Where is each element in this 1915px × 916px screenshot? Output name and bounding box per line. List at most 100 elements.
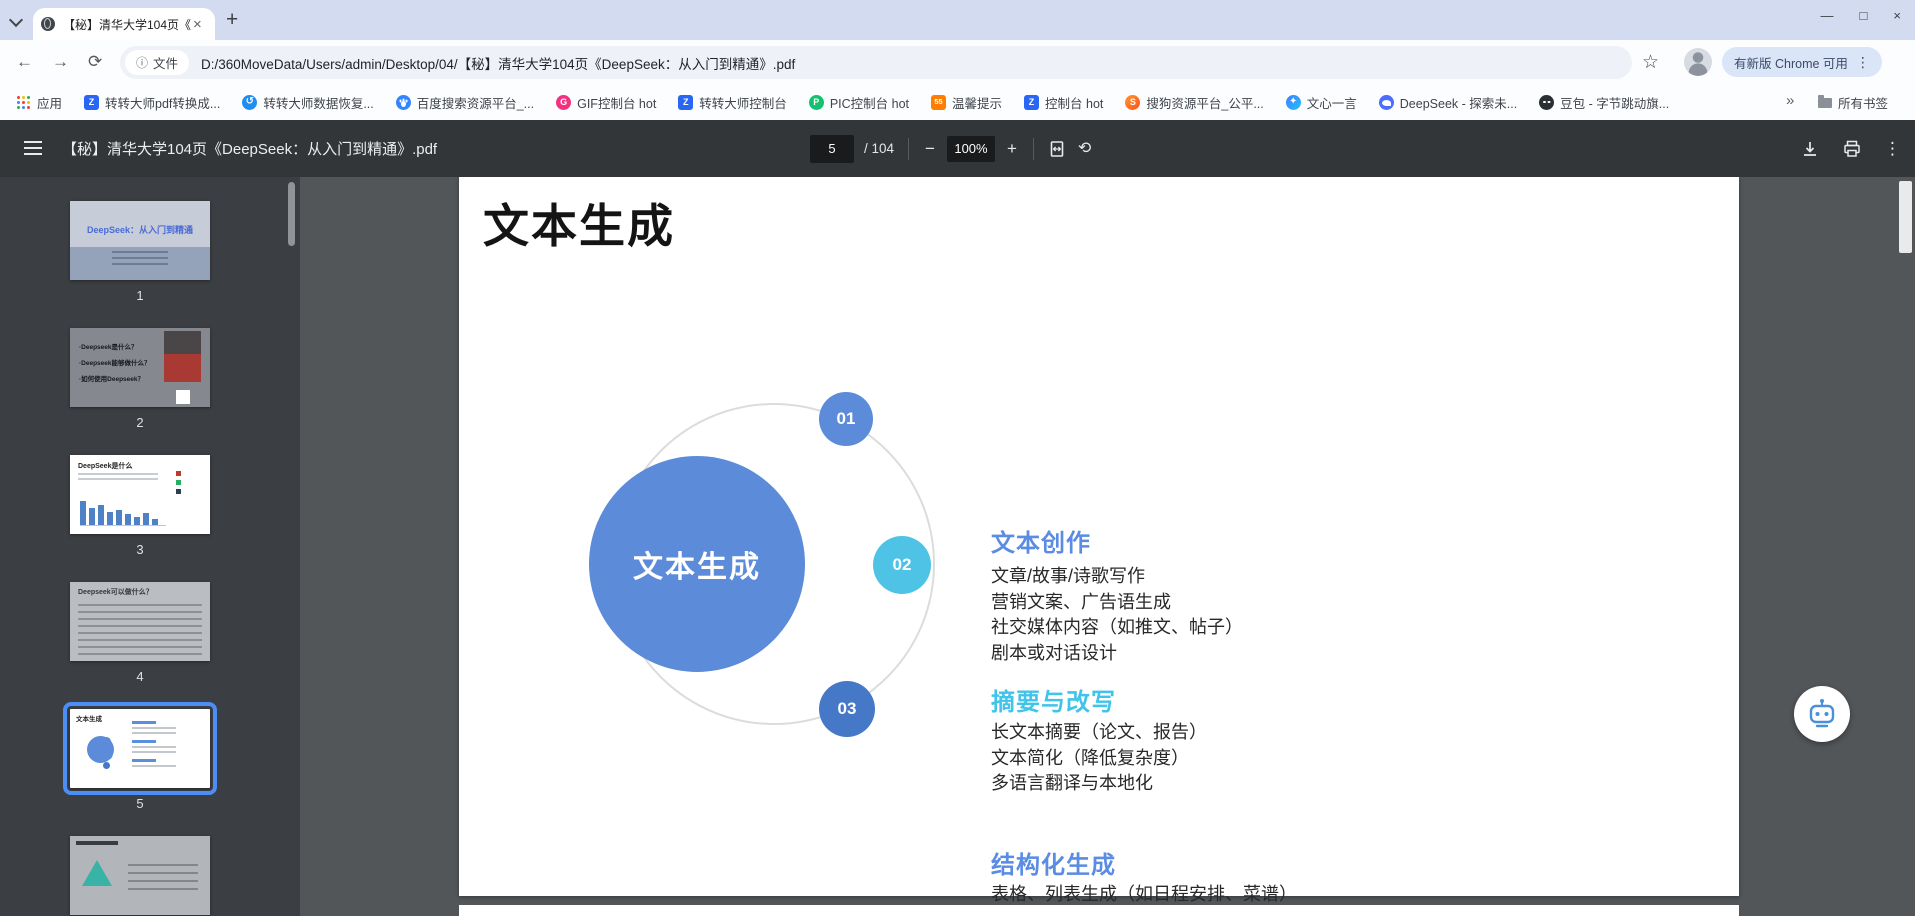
- section-heading: 摘要与改写: [991, 682, 1116, 717]
- bookmark-apps[interactable]: 应用: [16, 93, 62, 112]
- z-icon: Z: [1024, 95, 1039, 110]
- 55-icon: 55: [931, 95, 946, 110]
- step-circle-01: 01: [819, 392, 873, 446]
- zoom-level-box[interactable]: 100%: [947, 136, 995, 162]
- section-items: 长文本摘要（论文、报告） 文本简化（降低复杂度） 多语言翻译与本地化: [991, 720, 1207, 797]
- address-bar-row: ← → ⟳ ⓘ 文件 D:/360MoveData/Users/admin/De…: [0, 40, 1915, 84]
- bookmarks-overflow-chevron[interactable]: »: [1786, 92, 1794, 109]
- page-thumbnail-2[interactable]: ·Deepseek是什么？ ·Deepseek能够做什么？ ·如何使用Deeps…: [70, 328, 210, 407]
- page-number-label: 3: [70, 542, 210, 557]
- wenxin-icon: ✦: [1286, 95, 1301, 110]
- apps-grid-icon: [16, 95, 31, 110]
- viewer-scrollbar-thumb[interactable]: [1899, 181, 1912, 253]
- restore-icon: ↺: [242, 95, 257, 110]
- bookmark-item[interactable]: 百度搜索资源平台_...: [396, 93, 534, 112]
- section-heading: 结构化生成: [991, 845, 1116, 880]
- page-thumbnail-6[interactable]: [70, 836, 210, 915]
- page-thumbnail-1[interactable]: DeepSeek：从入门到精通: [70, 201, 210, 280]
- bookmark-item[interactable]: Z 控制台 hot: [1024, 93, 1103, 112]
- doubao-icon: [1539, 95, 1554, 110]
- bookmark-item[interactable]: 豆包 - 字节跳动旗...: [1539, 93, 1669, 112]
- assistant-robot-button[interactable]: [1794, 686, 1850, 742]
- browser-menu-icon: ⋮: [1856, 54, 1870, 71]
- page-number-label: 5: [70, 796, 210, 811]
- page-number-label: 2: [70, 415, 210, 430]
- window-controls: — □ ×: [1821, 8, 1901, 23]
- step-circle-03: 03: [819, 681, 875, 737]
- pdf-viewer-toolbar: 【秘】清华大学104页《DeepSeek：从入门到精通》.pdf / 104 −…: [0, 120, 1915, 177]
- page-thumbnail-5-selected[interactable]: 文本生成: [70, 709, 210, 788]
- page-number-label: 4: [70, 669, 210, 684]
- bookmark-item[interactable]: Z 转转大师控制台: [678, 93, 787, 112]
- url-text: D:/360MoveData/Users/admin/Desktop/04/【秘…: [201, 53, 795, 73]
- section-heading: 文本创作: [991, 523, 1091, 558]
- bookmark-item[interactable]: DeepSeek - 探索未...: [1379, 93, 1517, 112]
- toolbar-divider: [908, 138, 909, 160]
- tab-search-chevron-icon[interactable]: [10, 14, 22, 26]
- step-circle-02: 02: [873, 536, 931, 594]
- bookmark-item[interactable]: 55 温馨提示: [931, 93, 1002, 112]
- pdf-globe-favicon-icon: [41, 17, 55, 31]
- toolbar-divider: [1033, 138, 1034, 160]
- z-icon: Z: [678, 95, 693, 110]
- browser-window: 【秘】清华大学104页《DeepS × + — □ × ← → ⟳ ⓘ 文件 D…: [0, 0, 1915, 916]
- zoom-out-button[interactable]: −: [923, 140, 937, 157]
- page-thumbnail-3[interactable]: DeepSeek是什么: [70, 455, 210, 534]
- bookmark-item[interactable]: Z 转转大师pdf转换成...: [84, 93, 220, 112]
- page-total-label: / 104: [864, 141, 894, 156]
- mini-bar-chart: [80, 491, 166, 526]
- file-scheme-chip[interactable]: ⓘ 文件: [125, 50, 189, 75]
- all-bookmarks-button[interactable]: 所有书签: [1818, 84, 1888, 120]
- zoom-in-button[interactable]: +: [1005, 140, 1019, 157]
- download-icon[interactable]: [1800, 139, 1820, 159]
- page-number-input[interactable]: [810, 135, 854, 163]
- tab-strip: 【秘】清华大学104页《DeepS × + — □ ×: [0, 0, 1915, 40]
- z-icon: Z: [84, 95, 99, 110]
- thumbnail-sidebar: DeepSeek：从入门到精通 1 ·Deepseek是什么？ ·Deepsee…: [0, 177, 300, 916]
- speaker-photo: [164, 331, 201, 382]
- print-icon[interactable]: [1842, 139, 1862, 159]
- deepseek-whale-icon: [1379, 95, 1394, 110]
- browser-tab[interactable]: 【秘】清华大学104页《DeepS ×: [33, 8, 215, 40]
- url-omnibox[interactable]: ⓘ 文件 D:/360MoveData/Users/admin/Desktop/…: [120, 46, 1632, 79]
- new-tab-button[interactable]: +: [226, 8, 238, 32]
- bookmark-item[interactable]: ↺ 转转大师数据恢复...: [242, 93, 373, 112]
- diagram-center-circle: 文本生成: [589, 456, 805, 672]
- bookmark-item[interactable]: G GIF控制台 hot: [556, 93, 656, 112]
- baidu-paw-icon: [396, 95, 411, 110]
- reload-button[interactable]: ⟳: [88, 51, 102, 73]
- bookmark-item[interactable]: ✦ 文心一言: [1286, 93, 1357, 112]
- slide-title: 文本生成: [483, 190, 675, 256]
- sidebar-scrollbar-thumb[interactable]: [288, 182, 295, 246]
- pdf-document-title: 【秘】清华大学104页《DeepSeek：从入门到精通》.pdf: [62, 120, 437, 177]
- menu-icon[interactable]: [24, 141, 42, 155]
- pdf-page-viewport[interactable]: 文本生成 文本生成 01 02 03 文本创作 文章/故事/诗歌写作 营销文案、…: [300, 177, 1915, 916]
- forward-button[interactable]: →: [52, 51, 69, 73]
- bookmark-item[interactable]: P PIC控制台 hot: [809, 93, 909, 112]
- sogou-icon: S: [1125, 95, 1140, 110]
- page-thumbnail-4[interactable]: Deepseek可以做什么？: [70, 582, 210, 661]
- close-window-button[interactable]: ×: [1893, 8, 1901, 23]
- pdf-page-6-top-edge: [459, 905, 1739, 916]
- pic-icon: P: [809, 95, 824, 110]
- gif-icon: G: [556, 95, 571, 110]
- folder-icon: [1818, 98, 1832, 108]
- back-button[interactable]: ←: [16, 51, 33, 73]
- maximize-button[interactable]: □: [1860, 8, 1868, 23]
- bookmark-star-icon[interactable]: ☆: [1642, 51, 1659, 74]
- fit-page-icon[interactable]: [1048, 140, 1066, 158]
- rotate-icon[interactable]: ⟲: [1076, 141, 1093, 157]
- section-items: 文章/故事/诗歌写作 营销文案、广告语生成 社交媒体内容（如推文、帖子） 剧本或…: [991, 564, 1243, 666]
- tab-title: 【秘】清华大学104页《DeepS: [63, 16, 191, 33]
- triangle-logo: [82, 860, 112, 886]
- profile-avatar[interactable]: [1684, 48, 1712, 76]
- robot-icon: [1805, 697, 1839, 731]
- page-number-label: 1: [70, 288, 210, 303]
- pdf-page-5: 文本生成 文本生成 01 02 03 文本创作 文章/故事/诗歌写作 营销文案、…: [459, 177, 1739, 896]
- tab-close-icon[interactable]: ×: [193, 17, 202, 32]
- pdf-more-icon[interactable]: ⋮: [1884, 139, 1901, 159]
- chrome-update-button[interactable]: 有新版 Chrome 可用 ⋮: [1722, 47, 1882, 77]
- bookmark-item[interactable]: S 搜狗资源平台_公平...: [1125, 93, 1263, 112]
- minimize-button[interactable]: —: [1821, 8, 1834, 23]
- info-icon: ⓘ: [136, 54, 148, 71]
